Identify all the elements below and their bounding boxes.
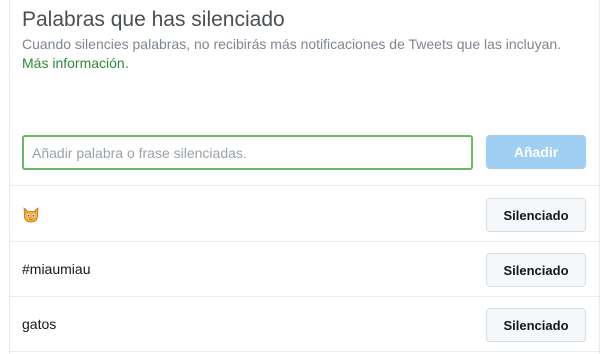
muted-item-label: #miaumiau (22, 261, 91, 277)
panel-header: Palabras que has silenciado Cuando silen… (22, 6, 592, 73)
page-description: Cuando silencies palabras, no recibirás … (22, 36, 562, 52)
muted-item-label: gatos (22, 316, 57, 332)
muted-word-input[interactable] (22, 135, 473, 170)
muted-words-list: Silenciado #miaumiau Silenciado gatos Si… (10, 187, 599, 352)
more-info-link[interactable]: Más información (22, 54, 125, 72)
page-title: Palabras que has silenciado (22, 8, 285, 31)
more-info-suffix: . (124, 55, 130, 72)
muted-toggle-button[interactable]: Silenciado (486, 308, 586, 342)
add-muted-word-form: Añadir (10, 120, 599, 186)
list-item: Silenciado (10, 187, 599, 242)
more-info-line: Más información. (22, 53, 592, 73)
list-item: gatos Silenciado (10, 297, 599, 352)
muted-toggle-button[interactable]: Silenciado (486, 198, 586, 232)
muted-words-panel: Palabras que has silenciado Cuando silen… (9, 0, 600, 354)
cat-face-emoji-icon (23, 207, 39, 223)
add-button[interactable]: Añadir (486, 135, 586, 169)
muted-item-label (22, 205, 40, 224)
muted-toggle-button[interactable]: Silenciado (486, 253, 586, 287)
list-item: #miaumiau Silenciado (10, 242, 599, 297)
